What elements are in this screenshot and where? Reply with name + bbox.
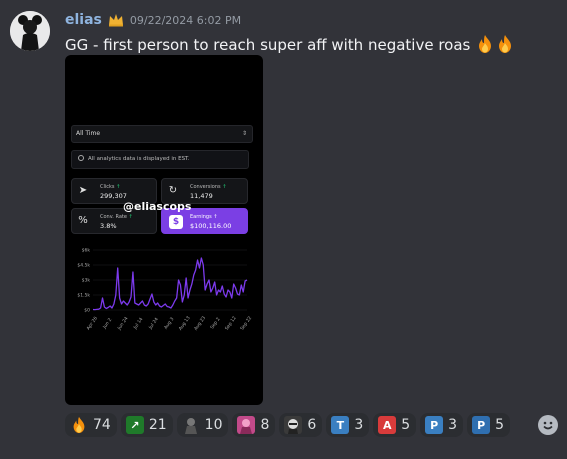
stat-label: Conversions [190,184,221,190]
earnings-series-line [92,257,248,311]
refresh-icon: ↻ [168,185,178,196]
add-reaction-button[interactable] [538,415,558,435]
time-range-value: All Time [76,130,101,137]
earnings-chart: $6k $4.5k $3k $1.5k $0Apr 26 Jun 2 Jun 24 Jul 1… [77,248,253,332]
y-tick-label: $3k [82,278,91,284]
stat-label: Clicks [100,184,115,190]
reaction-bar: 74 ↗ 21 10 8 6 T 3 A 5 P 3 P 5 [65,413,511,437]
select-chevron-icon: ⇕ [241,130,247,137]
reaction-count: 6 [307,417,317,433]
crown-icon [108,14,123,27]
stat-value: $100,116.00 [190,222,232,230]
reaction-count: 3 [354,417,364,433]
letter-p-emoji-icon: P [472,416,491,434]
reaction-chip[interactable]: P3 [420,413,464,437]
dollar-icon: $ [169,215,183,229]
reaction-count: 10 [204,417,223,433]
x-tick-label: Aug 3 [163,316,175,330]
reaction-chip[interactable]: 8 [232,413,276,437]
x-tick-label: Sep 12 [224,315,238,331]
up-arrow-icon: ↑ [213,214,218,220]
reaction-count: 74 [93,417,111,433]
reaction-chip[interactable]: T3 [326,413,370,437]
stat-label: Conv. Rate [100,214,127,220]
x-tick-label: Sep 2 [209,316,221,330]
up-arrow-icon: ↑ [222,184,227,190]
y-tick-label: $4.5k [77,263,90,269]
timezone-notice: All analytics data is displayed in EST. [71,150,249,169]
message-timestamp: 09/22/2024 6:02 PM [129,13,242,27]
username[interactable]: elias [65,12,102,28]
character-emoji-icon [181,416,200,434]
timezone-notice-text: All analytics data is displayed in EST. [88,156,190,162]
letter-a-emoji-icon: A [378,416,397,434]
image-attachment[interactable]: All Time ⇕ All analytics data is display… [65,55,263,405]
stat-value: 11,479 [190,192,213,200]
up-arrow-icon: ↑ [116,184,121,190]
up-arrow-icon: ↑ [128,214,133,220]
y-tick-label: $0 [84,308,90,314]
x-tick-label: Aug 23 [193,315,207,332]
pink-character-emoji-icon [237,416,256,434]
y-tick-label: $1.5k [77,293,90,299]
x-tick-label: Aug 13 [178,315,192,332]
reaction-count: 8 [260,417,270,433]
reaction-count: 3 [448,417,458,433]
fire-emoji-icon [70,416,88,434]
stonks-emoji-icon: ↗ [125,416,144,434]
message-text: GG - first person to reach super aff wit… [65,36,471,54]
y-tick-label: $6k [82,248,91,254]
reaction-chip[interactable]: A5 [373,413,417,437]
face-emoji-icon [284,416,303,434]
stat-label: Earnings [190,214,212,220]
x-tick-label: Jul 14 [132,316,145,331]
smiley-icon [539,416,557,434]
percent-icon: % [78,215,88,226]
watermark-text: @eliascops [123,200,192,213]
avatar-image [10,11,50,51]
clock-icon [78,155,84,161]
fire-emoji-icon [479,35,492,53]
reaction-count: 5 [495,417,505,433]
time-range-select[interactable]: All Time ⇕ [71,125,253,143]
x-tick-label: Jun 2 [101,317,113,331]
reaction-chip[interactable]: 6 [279,413,323,437]
cursor-icon: ➤ [78,185,88,196]
stat-value: 3.8% [100,222,117,230]
stat-value: 299,307 [100,192,127,200]
x-tick-label: Sep 22 [239,315,253,331]
letter-p-emoji-icon: P [425,416,444,434]
fire-emoji-icon [499,35,512,53]
reaction-count: 21 [148,417,167,433]
reaction-chip[interactable]: 74 [65,413,117,437]
reaction-chip[interactable]: 10 [176,413,229,437]
x-tick-label: Jul 24 [147,316,160,331]
reaction-chip[interactable]: P5 [467,413,511,437]
reaction-count: 5 [401,417,411,433]
letter-t-emoji-icon: T [331,416,350,434]
x-tick-label: Jun 24 [116,316,130,332]
avatar[interactable] [10,11,50,51]
message-content: GG - first person to reach super aff wit… [65,34,515,54]
message-header: elias 09/22/2024 6:02 PM [65,11,241,29]
reaction-chip[interactable]: ↗ 21 [120,413,173,437]
x-tick-label: Apr 26 [85,315,99,331]
